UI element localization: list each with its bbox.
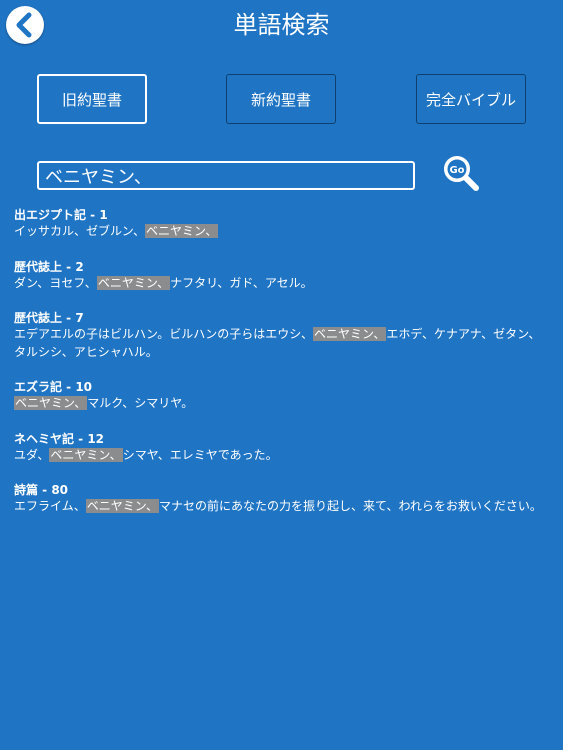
- tab-complete-bible[interactable]: 完全バイブル: [416, 74, 526, 124]
- result-item[interactable]: 詩篇 - 80 エフライム、ベニヤミン、マナセの前にあなたの力を振り起し、来て、わ…: [14, 482, 549, 516]
- verse-segment: エデアエルの子はビルハン。ビルハンの子らはエウシ、: [14, 327, 314, 341]
- result-item[interactable]: 出エジプト記 - 1 イッサカル、ゼブルン、ベニヤミン、: [14, 207, 549, 241]
- result-reference: ネヘミヤ記 - 12: [14, 431, 105, 446]
- result-verse-text: イッサカル、ゼブルン、ベニヤミン、: [14, 223, 549, 241]
- result-reference: 出エジプト記 - 1: [14, 208, 108, 222]
- verse-segment: ダン、ヨセフ、: [14, 275, 97, 290]
- verse-segment: マナセの前にあなたの力を振り起し、来て、われらをお救いください。: [159, 499, 542, 513]
- highlighted-match: ベニヤミン、: [49, 447, 123, 462]
- result-item[interactable]: 歴代誌上 - 2 ダン、ヨセフ、ベニヤミン、ナフタリ、ガド、アセル。: [14, 259, 549, 293]
- result-reference: 歴代誌上 - 2: [14, 259, 84, 274]
- result-item[interactable]: ネヘミヤ記 - 12 ユダ、ベニヤミン、シマヤ、エレミヤであった。: [14, 431, 549, 465]
- search-results-list: 出エジプト記 - 1 イッサカル、ゼブルン、ベニヤミン、 歴代誌上 - 2 ダン、ヨセ…: [14, 207, 549, 534]
- result-verse-text: エフライム、ベニヤミン、マナセの前にあなたの力を振り起し、来て、われらをお救いく…: [14, 498, 549, 516]
- highlighted-match: ベニヤミン、: [14, 396, 88, 410]
- highlighted-match: ベニヤミン、: [85, 499, 160, 513]
- result-verse-text: ユダ、ベニヤミン、シマヤ、エレミヤであった。: [14, 447, 549, 465]
- tab-new-testament[interactable]: 新約聖書: [226, 74, 336, 124]
- highlighted-match: ベニヤミン、: [145, 224, 219, 238]
- verse-segment: マルク、シマリヤ。: [87, 396, 194, 410]
- page-title: 単語検索: [233, 11, 330, 39]
- search-input[interactable]: [37, 161, 415, 190]
- verse-segment: ナフタリ、ガド、アセル。: [170, 275, 313, 290]
- go-search-button[interactable]: Go: [441, 154, 481, 192]
- result-reference: 詩篇 - 80: [14, 483, 69, 497]
- result-verse-text: ダン、ヨセフ、ベニヤミン、ナフタリ、ガド、アセル。: [14, 275, 549, 293]
- highlighted-match: ベニヤミン、: [96, 275, 171, 290]
- go-label: Go: [449, 165, 464, 176]
- result-item[interactable]: エズラ記 - 10 ベニヤミン、マルク、シマリヤ。: [14, 379, 549, 413]
- highlighted-match: ベニヤミン、: [313, 327, 387, 341]
- verse-segment: シマヤ、エレミヤであった。: [122, 447, 278, 462]
- result-item[interactable]: 歴代誌上 - 7 エデアエルの子はビルハン。ビルハンの子らはエウシ、ベニヤミン、エ…: [14, 310, 549, 361]
- verse-segment: ユダ、: [14, 447, 50, 462]
- tab-old-testament[interactable]: 旧約聖書: [37, 74, 147, 124]
- result-verse-text: ベニヤミン、マルク、シマリヤ。: [14, 395, 549, 413]
- result-verse-text: エデアエルの子はビルハン。ビルハンの子らはエウシ、ベニヤミン、エホデ、ケナアナ、…: [14, 326, 549, 361]
- verse-segment: エフライム、: [14, 499, 86, 513]
- result-reference: 歴代誌上 - 7: [14, 311, 84, 325]
- verse-segment: イッサカル、ゼブルン、: [14, 224, 146, 238]
- result-reference: エズラ記 - 10: [14, 380, 93, 394]
